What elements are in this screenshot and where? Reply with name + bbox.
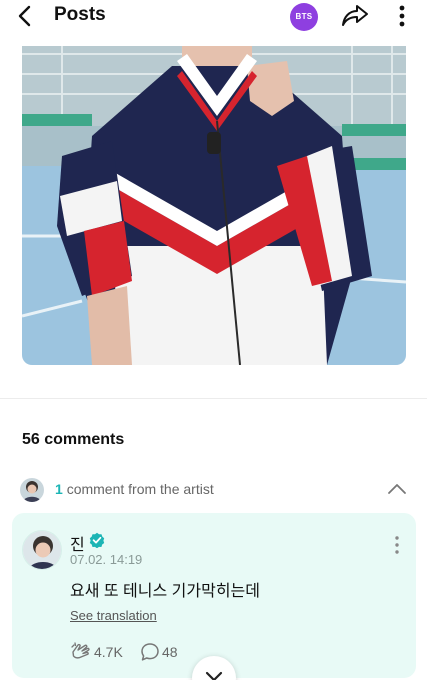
more-vertical-icon [399,5,405,27]
back-button[interactable] [14,4,38,28]
more-options-button[interactable] [392,3,412,29]
artist-comments-label: 1 comment from the artist [55,481,214,497]
speech-bubble-icon [141,643,159,661]
chevron-down-icon [205,671,223,680]
avatar-icon [20,478,44,502]
comment-timestamp: 07.02. 14:19 [70,552,143,567]
cheer-hands-icon [71,642,90,659]
reply-count: 48 [162,644,178,660]
avatar-icon [23,531,61,569]
share-icon [342,5,368,26]
chevron-left-icon [18,5,31,27]
post-photo-illustration [22,46,406,365]
verified-icon [89,532,105,549]
artist-comments-toggle[interactable]: 1 comment from the artist [18,476,410,502]
post-image[interactable] [22,46,406,365]
like-count: 4.7K [94,644,123,660]
top-bar: Posts BTS [0,0,427,32]
artist-avatar [20,478,44,502]
artist-comment-card: 진 07.02. 14:19 요새 또 테니스 기가막히는데 See trans… [12,513,416,678]
page-title: Posts [54,4,106,25]
comment-more-button[interactable] [390,534,404,556]
share-button[interactable] [340,3,370,29]
comment-author-avatar[interactable] [22,530,62,570]
section-divider [0,398,427,399]
artist-comment-count: 1 [55,481,63,497]
comment-body: 요새 또 테니스 기가막히는데 [70,583,260,600]
more-vertical-icon [395,536,399,554]
chevron-up-icon [388,484,406,494]
community-badge[interactable]: BTS [290,3,318,31]
artist-comment-label: comment from the artist [66,481,214,497]
collapse-button[interactable] [386,479,408,499]
comments-count: 56 comments [22,431,125,448]
see-translation-link[interactable]: See translation [70,608,157,623]
